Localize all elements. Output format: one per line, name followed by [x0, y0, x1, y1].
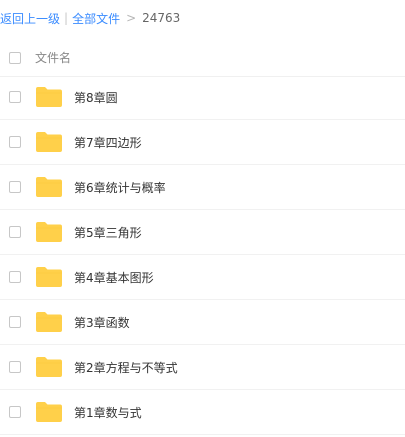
current-folder-crumb: 24763	[142, 11, 181, 25]
folder-icon	[35, 356, 63, 378]
row-checkbox[interactable]	[9, 406, 21, 418]
list-item[interactable]: 第4章基本图形	[0, 255, 405, 300]
folder-icon	[35, 401, 63, 423]
folder-name[interactable]: 第6章统计与概率	[74, 179, 166, 196]
name-column-header[interactable]: 文件名	[35, 49, 71, 66]
select-all-checkbox[interactable]	[9, 52, 21, 64]
list-item[interactable]: 第1章数与式	[0, 390, 405, 435]
file-browser: 返回上一级 | 全部文件 > 24763 文件名 第8章圆第7章四边形第6章统计…	[0, 0, 405, 437]
row-checkbox[interactable]	[9, 91, 21, 103]
folder-name[interactable]: 第2章方程与不等式	[74, 359, 178, 376]
breadcrumb: 返回上一级 | 全部文件 > 24763	[0, 0, 180, 36]
folder-icon	[35, 311, 63, 333]
folder-icon	[35, 176, 63, 198]
folder-icon	[35, 86, 63, 108]
folder-icon	[35, 266, 63, 288]
folder-name[interactable]: 第1章数与式	[74, 404, 142, 421]
row-checkbox[interactable]	[9, 181, 21, 193]
back-link[interactable]: 返回上一级	[0, 10, 60, 27]
list-item[interactable]: 第8章圆	[0, 75, 405, 120]
list-header: 文件名	[0, 38, 405, 77]
folder-name[interactable]: 第8章圆	[74, 89, 118, 106]
list-item[interactable]: 第6章统计与概率	[0, 165, 405, 210]
row-checkbox[interactable]	[9, 361, 21, 373]
breadcrumb-separator: |	[64, 11, 69, 25]
row-checkbox[interactable]	[9, 271, 21, 283]
row-checkbox[interactable]	[9, 226, 21, 238]
row-checkbox[interactable]	[9, 316, 21, 328]
chevron-right-icon: >	[126, 11, 137, 25]
folder-name[interactable]: 第4章基本图形	[74, 269, 154, 286]
folder-icon	[35, 131, 63, 153]
list-item[interactable]: 第5章三角形	[0, 210, 405, 255]
folder-name[interactable]: 第7章四边形	[74, 134, 142, 151]
row-checkbox[interactable]	[9, 136, 21, 148]
folder-name[interactable]: 第3章函数	[74, 314, 130, 331]
folder-icon	[35, 221, 63, 243]
all-files-link[interactable]: 全部文件	[72, 10, 120, 27]
folder-name[interactable]: 第5章三角形	[74, 224, 142, 241]
list-item[interactable]: 第3章函数	[0, 300, 405, 345]
list-item[interactable]: 第7章四边形	[0, 120, 405, 165]
list-item[interactable]: 第2章方程与不等式	[0, 345, 405, 390]
